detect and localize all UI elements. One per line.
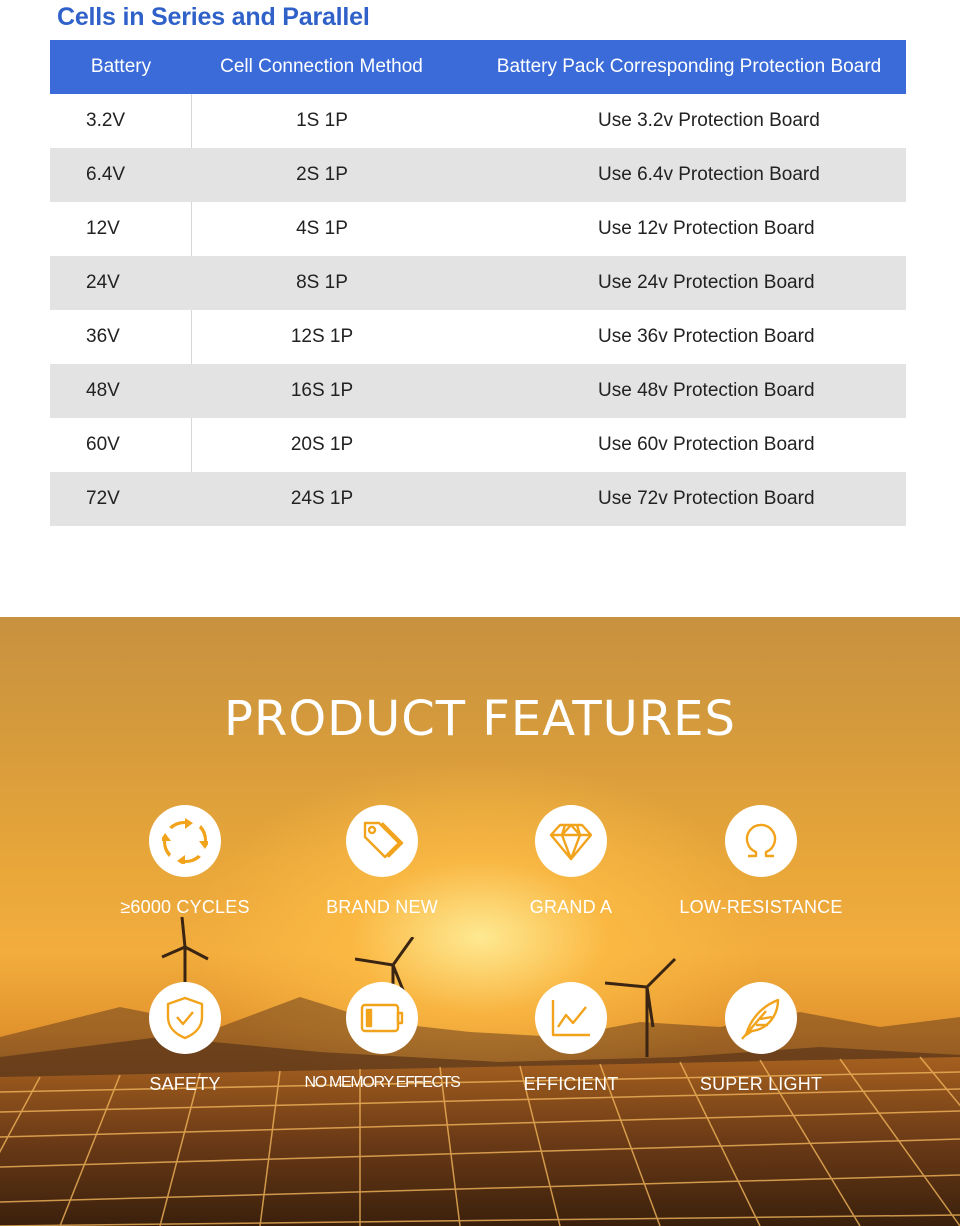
table-row: 24V 8S 1P Use 24v Protection Board <box>50 256 906 310</box>
tags-icon <box>363 821 404 859</box>
cell-method: 1S 1P <box>296 110 348 131</box>
cell-board: Use 6.4v Protection Board <box>450 148 956 202</box>
cell-board-text: Use 60v Protection Board <box>598 434 815 455</box>
cell-battery: 3.2V <box>86 110 126 131</box>
cell-battery: 36V <box>86 326 120 347</box>
cell-battery: 12V <box>86 218 120 239</box>
table-row: 3.2V 1S 1P Use 3.2v Protection Board <box>50 94 906 148</box>
feature-label: BRAND NEW <box>326 897 438 917</box>
section-title: Cells in Series and Parallel <box>57 3 370 31</box>
cell-method: 16S 1P <box>290 380 354 401</box>
features-section: PRODUCT FEATURES ≥6000 CYCLES BRAND NEW … <box>0 617 960 1226</box>
cell-method: 20S 1P <box>290 434 354 455</box>
feature-icon-circle <box>346 982 418 1054</box>
feature-label: GRAND A <box>529 897 613 917</box>
feature-icon-circle <box>535 805 607 877</box>
line-chart-icon <box>551 1000 590 1037</box>
feature-low-resistance: LOW-RESISTANCE <box>666 805 856 918</box>
header-protection-board: Battery Pack Corresponding Protection Bo… <box>496 56 882 77</box>
cell-battery: 6.4V <box>86 164 126 185</box>
feature-no-memory: NO MEMORY EFFECTS <box>287 982 477 1092</box>
header-battery: Battery <box>90 56 152 77</box>
feature-label: EFFICIENT <box>523 1074 619 1094</box>
feature-safety: SAFETY <box>90 982 280 1095</box>
cell-board-text: Use 3.2v Protection Board <box>598 110 820 131</box>
cell-board: Use 36v Protection Board <box>450 310 956 364</box>
cell-board: Use 72v Protection Board <box>450 472 956 526</box>
cell-board-text: Use 48v Protection Board <box>598 380 815 401</box>
feature-label: NO MEMORY EFFECTS <box>304 1074 460 1091</box>
battery-icon <box>360 1003 404 1033</box>
feature-icon-circle <box>725 982 797 1054</box>
feature-cycles: ≥6000 CYCLES <box>90 805 280 918</box>
table-row: 6.4V 2S 1P Use 6.4v Protection Board <box>50 148 906 202</box>
cell-board-text: Use 12v Protection Board <box>598 218 815 239</box>
cell-board: Use 60v Protection Board <box>450 418 956 472</box>
shield-check-icon <box>166 996 204 1040</box>
cell-battery: 48V <box>86 380 120 401</box>
cell-board-text: Use 24v Protection Board <box>598 272 815 293</box>
feature-icon-circle <box>535 982 607 1054</box>
table-row: 72V 24S 1P Use 72v Protection Board <box>50 472 906 526</box>
table-row: 48V 16S 1P Use 48v Protection Board <box>50 364 906 418</box>
cell-board-text: Use 72v Protection Board <box>598 488 815 509</box>
feature-grand-a: GRAND A <box>476 805 666 918</box>
cell-board-text: Use 36v Protection Board <box>598 326 815 347</box>
feature-super-light: SUPER LIGHT <box>666 982 856 1095</box>
features-title: PRODUCT FEATURES <box>224 691 736 747</box>
cell-method: 8S 1P <box>296 272 348 293</box>
feature-efficient: EFFICIENT <box>476 982 666 1095</box>
cell-method: 24S 1P <box>290 488 354 509</box>
table-header: Battery Cell Connection Method Battery P… <box>50 40 906 94</box>
cycle-arrows-icon <box>162 818 208 864</box>
spec-table: Battery Cell Connection Method Battery P… <box>50 40 906 526</box>
feature-brand-new: BRAND NEW <box>287 805 477 918</box>
feature-label: SAFETY <box>149 1074 221 1094</box>
table-row: 60V 20S 1P Use 60v Protection Board <box>50 418 906 472</box>
cell-board-text: Use 6.4v Protection Board <box>598 164 820 185</box>
table-row: 12V 4S 1P Use 12v Protection Board <box>50 202 906 256</box>
cell-method: 2S 1P <box>296 164 348 185</box>
header-connection-method: Cell Connection Method <box>220 56 423 77</box>
spec-section: Cells in Series and Parallel Battery Cel… <box>0 0 960 617</box>
cell-method: 4S 1P <box>296 218 348 239</box>
cell-battery: 60V <box>86 434 120 455</box>
feather-icon <box>741 998 780 1040</box>
feature-label: SUPER LIGHT <box>699 1074 823 1094</box>
cell-battery: 24V <box>86 272 120 293</box>
cell-board: Use 12v Protection Board <box>450 202 956 256</box>
diamond-icon <box>549 823 593 861</box>
cell-board: Use 48v Protection Board <box>450 364 956 418</box>
feature-icon-circle <box>346 805 418 877</box>
cell-battery: 72V <box>86 488 120 509</box>
feature-icon-circle <box>149 982 221 1054</box>
cell-board: Use 3.2v Protection Board <box>450 94 956 148</box>
feature-label: ≥6000 CYCLES <box>120 897 250 917</box>
feature-icon-circle <box>725 805 797 877</box>
cell-method: 12S 1P <box>290 326 354 347</box>
omega-icon <box>745 823 777 858</box>
cell-board: Use 24v Protection Board <box>450 256 956 310</box>
feature-icon-circle <box>149 805 221 877</box>
table-row: 36V 12S 1P Use 36v Protection Board <box>50 310 906 364</box>
feature-label: LOW-RESISTANCE <box>679 897 843 917</box>
